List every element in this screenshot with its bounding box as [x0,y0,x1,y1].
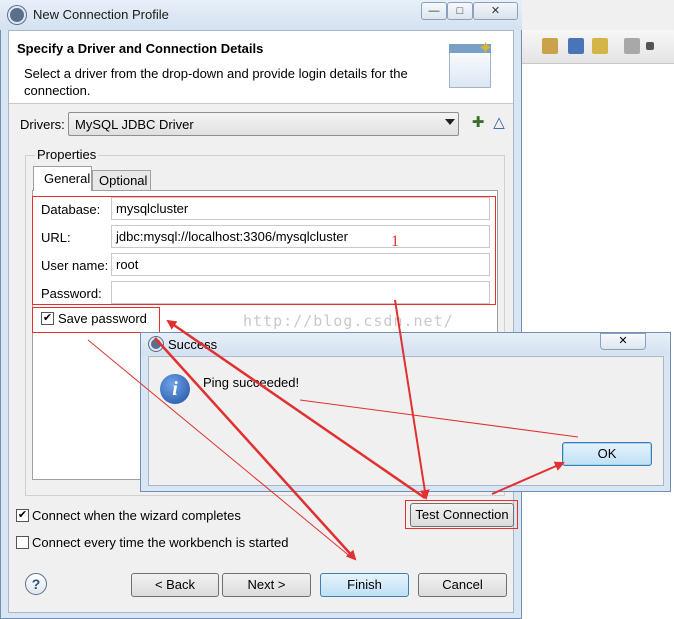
annotation-save-box [32,307,160,333]
toolbar-icon[interactable] [568,38,584,54]
finish-button[interactable]: Finish [320,573,409,597]
toolbar-dropdown-icon[interactable] [646,42,654,50]
connect-when-complete-label: Connect when the wizard completes [32,508,241,523]
success-dialog-title: Success [168,337,218,352]
connect-every-time-checkbox[interactable] [16,536,29,549]
next-button[interactable]: Next > [222,573,311,597]
watermark: http://blog.csdn.net/ [243,312,454,330]
eclipse-icon [149,337,163,351]
info-icon: i [160,374,190,404]
success-message: Ping succeeded! [203,375,300,390]
banner-title: Specify a Driver and Connection Details [17,41,264,56]
tab-general[interactable]: General [33,166,92,191]
connect-when-complete-checkbox[interactable]: ✔ [16,509,29,522]
annotation-fields-box [32,196,496,305]
new-driver-icon[interactable]: ✚ [469,114,487,132]
annotation-marker: 1 [391,233,399,250]
drivers-label: Drivers: [20,117,65,132]
chevron-down-icon[interactable] [445,119,455,125]
close-button[interactable]: ✕ [473,2,518,20]
edit-driver-icon[interactable]: △ [490,114,508,132]
sparkle-icon: ✦ [478,38,494,58]
toolbar-icon[interactable] [592,38,608,54]
dialog-close-button[interactable]: ✕ [600,333,646,350]
maximize-button[interactable]: □ [447,2,473,20]
background-toolbar [520,30,674,64]
banner-description: Select a driver from the drop-down and p… [24,66,408,98]
toolbar-icon[interactable] [624,38,640,54]
properties-label: Properties [35,147,99,162]
connect-every-time-label: Connect every time the workbench is star… [32,535,289,550]
eclipse-icon [8,6,26,24]
annotation-test-box [405,500,518,529]
window-title: New Connection Profile [33,7,169,22]
minimize-button[interactable]: — [421,2,447,20]
back-button[interactable]: < Back [131,573,219,597]
help-icon[interactable]: ? [25,573,47,595]
ok-button[interactable]: OK [562,442,652,466]
toolbar-icon[interactable] [542,38,558,54]
success-dialog-titlebar [141,333,670,355]
tab-optional[interactable]: Optional [92,170,151,190]
driver-select[interactable]: MySQL JDBC Driver [68,112,459,136]
cancel-button[interactable]: Cancel [418,573,507,597]
